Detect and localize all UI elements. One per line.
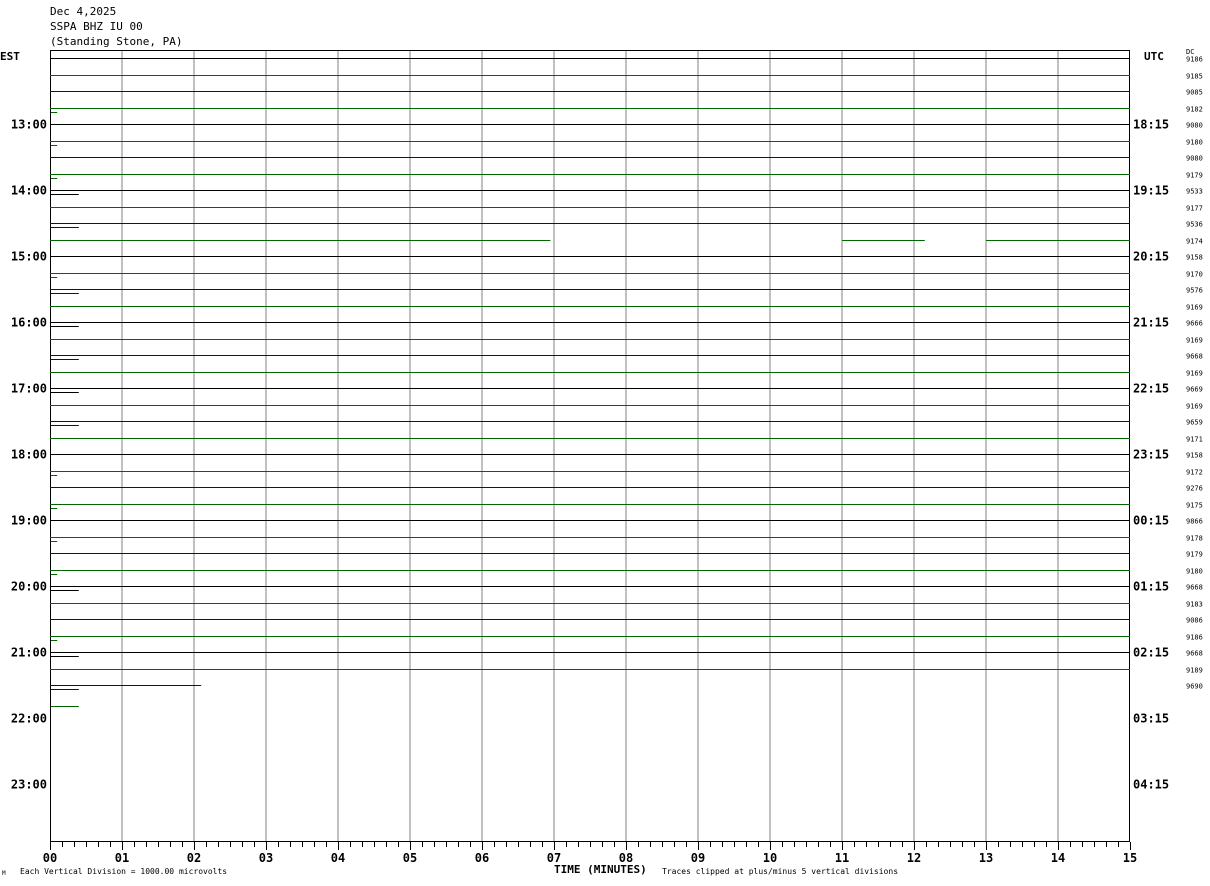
right-hour-label: 20:15 <box>1133 249 1169 263</box>
dc-offset-label: 9668 <box>1186 584 1203 592</box>
dc-offset-label: 9169 <box>1186 337 1203 345</box>
dc-offset-label: 9189 <box>1186 667 1203 675</box>
dc-offset-label: 9172 <box>1186 469 1203 477</box>
x-tick-label: 09 <box>691 851 705 865</box>
dc-offset-label: 9080 <box>1186 122 1203 130</box>
x-tick-label: 13 <box>979 851 993 865</box>
dc-offset-label: 9666 <box>1186 320 1203 328</box>
x-axis-label: TIME (MINUTES) <box>554 863 647 876</box>
dc-offset-label: 9086 <box>1186 617 1203 625</box>
left-hour-label: 15:00 <box>11 249 47 263</box>
clip-note: Traces clipped at plus/minus 5 vertical … <box>662 867 899 876</box>
x-tick-label: 15 <box>1123 851 1137 865</box>
dc-offset-label: 9158 <box>1186 254 1203 262</box>
left-hour-label: 16:00 <box>11 315 47 329</box>
left-hour-label: 18:00 <box>11 447 47 461</box>
right-hour-label: 21:15 <box>1133 315 1169 329</box>
right-hour-label: 23:15 <box>1133 447 1169 461</box>
x-tick-label: 11 <box>835 851 849 865</box>
scale-note: Each Vertical Division = 1000.00 microvo… <box>20 867 228 876</box>
left-hour-label: 17:00 <box>11 381 47 395</box>
dc-offset-label: 9659 <box>1186 419 1203 427</box>
dc-offset-label: 9668 <box>1186 353 1203 361</box>
dc-offset-label: 9169 <box>1186 304 1203 312</box>
helicorder-chart: 00 01 02 03 04 05 06 07 08 09 10 11 12 13 14 1513:00 18:… <box>11 50 1203 865</box>
dc-offset-label: 9690 <box>1186 683 1203 691</box>
dc-offset-label: 9169 <box>1186 403 1203 411</box>
dc-offset-label: 9179 <box>1186 551 1203 559</box>
left-hour-label: 14:00 <box>11 183 47 197</box>
dc-offset-label: 9177 <box>1186 205 1203 213</box>
dc-offset-label: 9175 <box>1186 502 1203 510</box>
dc-offset-label: 9185 <box>1186 73 1203 81</box>
dc-offset-label: 9174 <box>1186 238 1203 246</box>
dc-offset-label: 9536 <box>1186 221 1203 229</box>
right-hour-label: 04:15 <box>1133 777 1169 791</box>
dc-offset-label: 9179 <box>1186 172 1203 180</box>
dc-offset-label: 9186 <box>1186 634 1203 642</box>
right-hour-label: 03:15 <box>1133 711 1169 725</box>
x-tick-label: 14 <box>1051 851 1065 865</box>
x-tick-label: 00 <box>43 851 57 865</box>
left-hour-label: 20:00 <box>11 579 47 593</box>
x-tick-label: 06 <box>475 851 489 865</box>
dc-offset-label: 9180 <box>1186 568 1203 576</box>
x-tick-label: 05 <box>403 851 417 865</box>
x-tick-label: 10 <box>763 851 777 865</box>
left-hour-label: 23:00 <box>11 777 47 791</box>
dc-offset-label: 9080 <box>1186 155 1203 163</box>
right-hour-label: 18:15 <box>1133 117 1169 131</box>
dc-offset-label: 9171 <box>1186 436 1203 444</box>
dc-offset-label: 9183 <box>1186 601 1203 609</box>
x-tick-label: 01 <box>115 851 129 865</box>
right-hour-label: 00:15 <box>1133 513 1169 527</box>
right-hour-label: 22:15 <box>1133 381 1169 395</box>
right-hour-label: 19:15 <box>1133 183 1169 197</box>
x-tick-label: 02 <box>187 851 201 865</box>
dc-offset-label: 9533 <box>1186 188 1203 196</box>
dc-offset-label: 9182 <box>1186 106 1203 114</box>
dc-offset-label: 9178 <box>1186 535 1203 543</box>
right-hour-label: 01:15 <box>1133 579 1169 593</box>
dc-offset-label: 9866 <box>1186 518 1203 526</box>
x-tick-label: 03 <box>259 851 273 865</box>
dc-offset-label: 9576 <box>1186 287 1203 295</box>
x-tick-label: 04 <box>331 851 345 865</box>
dc-offset-label: 9668 <box>1186 650 1203 658</box>
dc-offset-label: 9669 <box>1186 386 1203 394</box>
dc-offset-label: 9276 <box>1186 485 1203 493</box>
left-hour-label: 22:00 <box>11 711 47 725</box>
dc-offset-label: 9186 <box>1186 56 1203 64</box>
dc-offset-label: 9170 <box>1186 271 1203 279</box>
x-tick-label: 12 <box>907 851 921 865</box>
dc-offset-label: 9158 <box>1186 452 1203 460</box>
dc-offset-label: 9180 <box>1186 139 1203 147</box>
left-hour-label: 21:00 <box>11 645 47 659</box>
left-hour-label: 19:00 <box>11 513 47 527</box>
dc-offset-label: 9169 <box>1186 370 1203 378</box>
dc-offset-label: 9085 <box>1186 89 1203 97</box>
corner-mark: M <box>2 870 6 877</box>
right-hour-label: 02:15 <box>1133 645 1169 659</box>
left-hour-label: 13:00 <box>11 117 47 131</box>
